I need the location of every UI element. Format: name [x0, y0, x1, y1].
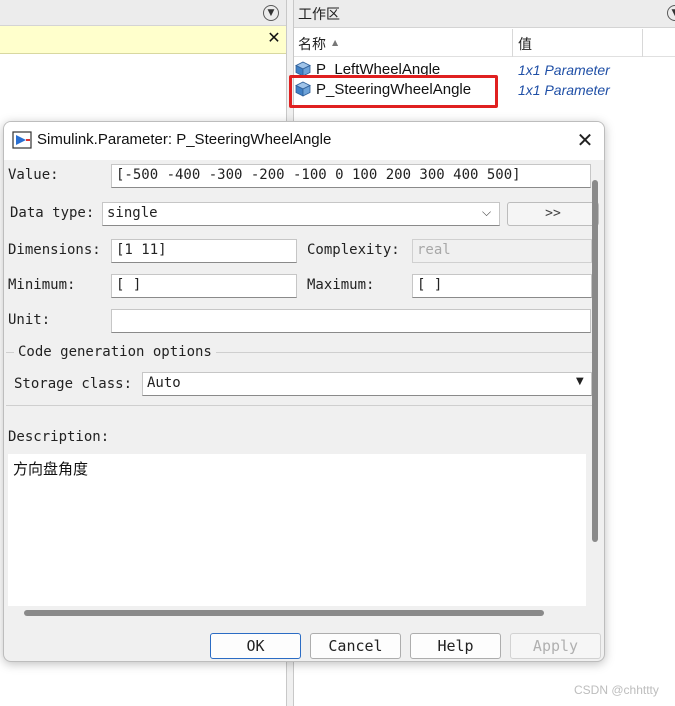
value-input[interactable]: [-500 -400 -300 -200 -100 0 100 200 300 …: [111, 164, 591, 188]
notification-banner: [0, 26, 286, 54]
horizontal-scrollbar[interactable]: [24, 610, 544, 616]
close-icon[interactable]: ✕: [266, 28, 282, 48]
data-type-label: Data type:: [10, 205, 95, 221]
column-header-row: [294, 29, 675, 57]
description-text: 方向盘角度: [13, 460, 89, 478]
dimensions-input[interactable]: [1 11]: [111, 239, 297, 263]
close-icon[interactable]: ✕: [573, 128, 597, 152]
parameter-dialog: Simulink.Parameter: P_SteeringWheelAngle…: [3, 121, 605, 662]
dimensions-label: Dimensions:: [8, 242, 101, 258]
workspace-header: [294, 0, 675, 28]
workspace-title: 工作区: [298, 6, 340, 22]
data-type-assistant-button[interactable]: >>: [507, 202, 599, 226]
dropdown-arrow-icon[interactable]: ▼: [576, 376, 584, 387]
description-textarea[interactable]: [8, 454, 586, 606]
simulink-icon: [12, 131, 32, 149]
pane-menu-icon[interactable]: ▼: [263, 5, 279, 21]
storage-class-label: Storage class:: [14, 376, 133, 392]
unit-input[interactable]: [111, 309, 591, 333]
workspace-variable-value[interactable]: 1x1 Parameter: [518, 82, 610, 98]
workspace-variable-value[interactable]: 1x1 Parameter: [518, 62, 610, 78]
maximum-input[interactable]: [ ]: [412, 274, 592, 298]
storage-class-select[interactable]: Auto: [142, 372, 592, 396]
dialog-title: Simulink.Parameter: P_SteeringWheelAngle: [37, 131, 332, 148]
editor-pane-header: [0, 0, 286, 26]
value-label: Value:: [8, 167, 59, 183]
vertical-scrollbar[interactable]: [592, 180, 598, 542]
column-divider[interactable]: [642, 29, 643, 57]
column-divider[interactable]: [512, 29, 513, 57]
complexity-field: real: [412, 239, 592, 263]
cancel-button[interactable]: Cancel: [310, 633, 401, 659]
minimum-input[interactable]: [ ]: [111, 274, 297, 298]
sort-ascending-icon: ▲: [332, 38, 339, 47]
chevron-down-icon[interactable]: ⌵: [482, 205, 491, 220]
description-label: Description:: [8, 429, 110, 445]
unit-label: Unit:: [8, 312, 51, 328]
apply-button[interactable]: Apply: [510, 633, 601, 659]
codegen-group-title: Code generation options: [14, 344, 216, 360]
minimum-label: Minimum:: [8, 277, 76, 293]
help-button[interactable]: Help: [410, 633, 501, 659]
highlight-box: [289, 75, 498, 108]
complexity-label: Complexity:: [307, 242, 400, 258]
column-header-name[interactable]: 名称: [298, 34, 326, 54]
data-type-select[interactable]: single: [102, 202, 500, 226]
column-header-value[interactable]: 值: [518, 34, 532, 54]
ok-button[interactable]: OK: [210, 633, 301, 659]
maximum-label: Maximum:: [307, 277, 375, 293]
watermark: CSDN @chhttty: [574, 683, 659, 697]
